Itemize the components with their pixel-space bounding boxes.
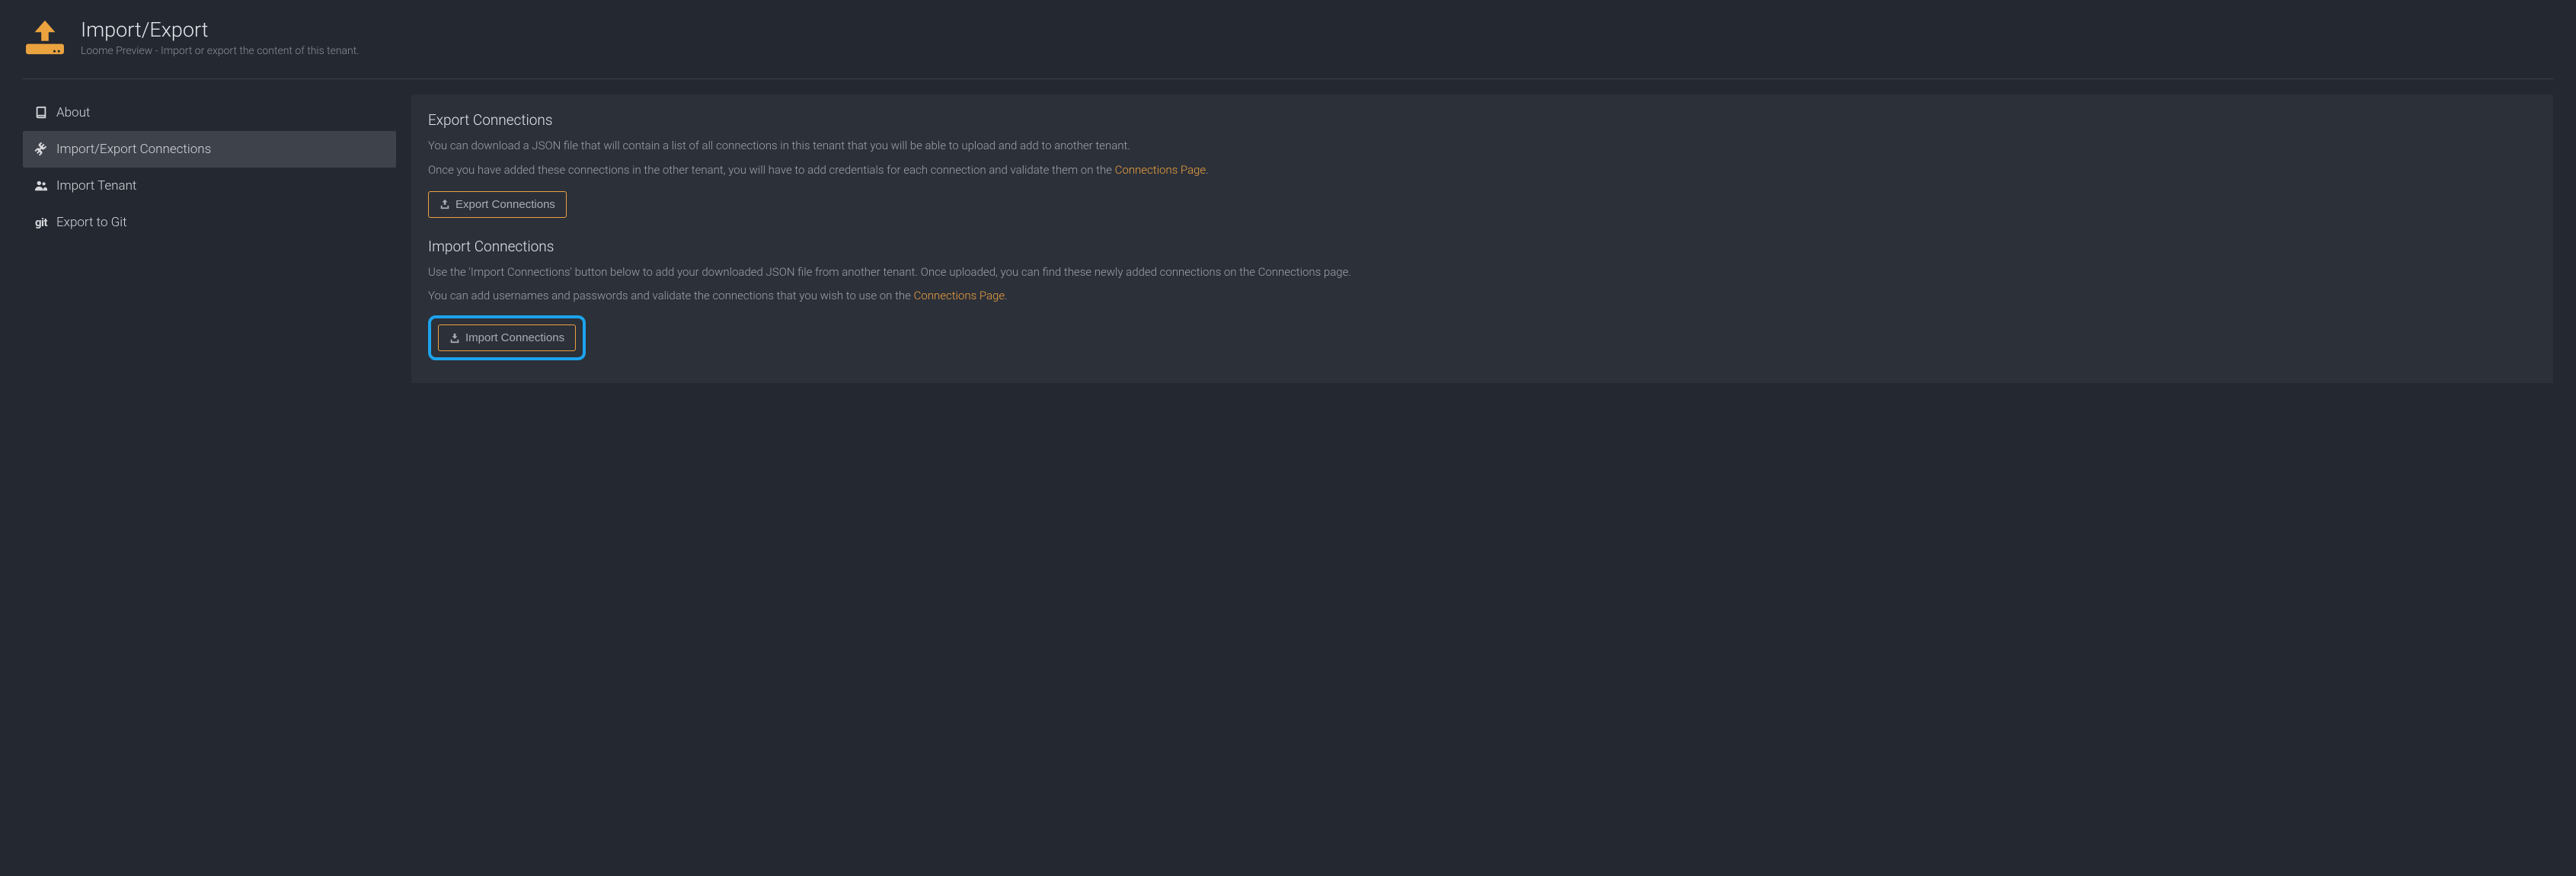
- sidebar-item-label: Import/Export Connections: [56, 142, 211, 157]
- sidebar: About Import/Export Connections Import T…: [23, 94, 396, 383]
- import-description-2: You can add usernames and passwords and …: [428, 288, 2536, 305]
- sidebar-item-import-tenant[interactable]: Import Tenant: [23, 168, 396, 204]
- import-section: Import Connections Use the 'Import Conne…: [428, 238, 2536, 361]
- sidebar-item-export-git[interactable]: git Export to Git: [23, 204, 396, 241]
- upload-small-icon: [439, 199, 450, 209]
- content-panel: Export Connections You can download a JS…: [411, 94, 2553, 383]
- export-heading: Export Connections: [428, 111, 2536, 129]
- sidebar-item-import-export-connections[interactable]: Import/Export Connections: [23, 131, 396, 168]
- sidebar-item-label: Export to Git: [56, 215, 127, 230]
- import-description-1: Use the 'Import Connections' button belo…: [428, 264, 2536, 281]
- download-small-icon: [449, 333, 460, 344]
- import-button-highlight: Import Connections: [428, 315, 586, 360]
- import-connections-button[interactable]: Import Connections: [438, 325, 576, 351]
- export-section: Export Connections You can download a JS…: [428, 111, 2536, 218]
- git-icon: git: [34, 216, 49, 229]
- connections-page-link[interactable]: Connections Page: [1115, 163, 1207, 177]
- plug-icon: [34, 142, 49, 156]
- export-connections-button[interactable]: Export Connections: [428, 191, 567, 218]
- page-header: Import/Export Loome Preview - Import or …: [23, 15, 2553, 79]
- export-description-1: You can download a JSON file that will c…: [428, 138, 2536, 155]
- connections-page-link-2[interactable]: Connections Page: [914, 289, 1005, 302]
- users-icon: [34, 179, 49, 193]
- page-subtitle: Loome Preview - Import or export the con…: [81, 45, 360, 57]
- sidebar-item-about[interactable]: About: [23, 94, 396, 131]
- sidebar-item-label: Import Tenant: [56, 178, 136, 193]
- import-heading: Import Connections: [428, 238, 2536, 255]
- upload-icon: [23, 15, 67, 59]
- book-icon: [34, 106, 49, 120]
- export-description-2: Once you have added these connections in…: [428, 162, 2536, 179]
- page-title: Import/Export: [81, 18, 360, 42]
- sidebar-item-label: About: [56, 105, 90, 120]
